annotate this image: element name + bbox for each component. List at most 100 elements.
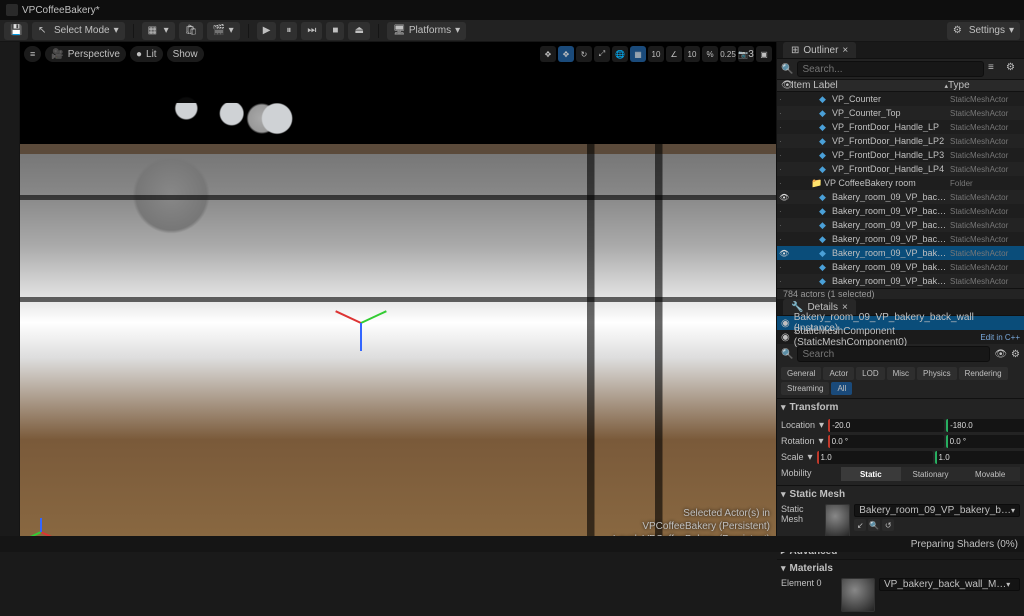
settings-dropdown[interactable]: ⚙ Settings ▾	[947, 22, 1020, 40]
location-x-input[interactable]	[830, 419, 944, 432]
details-search-input[interactable]	[797, 346, 990, 362]
eye-icon[interactable]: 👁	[994, 349, 1007, 360]
visibility-toggle[interactable]: ·	[779, 263, 789, 272]
viewport-options-menu[interactable]: ≡	[24, 46, 41, 62]
category-chip-misc[interactable]: Misc	[887, 367, 915, 380]
outliner-row[interactable]: ·◆Bakery_room_09_VP_back_door_HandleStat…	[777, 218, 1024, 232]
category-chip-actor[interactable]: Actor	[823, 367, 854, 380]
outliner-col-label[interactable]: Item Label	[791, 80, 944, 91]
section-materials-header[interactable]: ▾ Materials	[777, 560, 1024, 576]
transform-scale-button[interactable]: ⤢	[594, 46, 610, 62]
content-button[interactable]: ▦▾	[142, 22, 175, 40]
visibility-toggle[interactable]: ·	[779, 221, 789, 230]
category-chip-streaming[interactable]: Streaming	[781, 382, 829, 395]
snap-grid-value[interactable]: 10	[648, 46, 664, 62]
location-y-input[interactable]	[948, 419, 1024, 432]
outliner-row[interactable]: ·◆VP_FrontDoor_Handle_LP4StaticMeshActor	[777, 162, 1024, 176]
outliner-row[interactable]: ·◆VP_Counter_TopStaticMeshActor	[777, 106, 1024, 120]
left-tab-rail[interactable]	[0, 42, 20, 552]
close-icon[interactable]: ×	[842, 45, 848, 56]
section-static-mesh-header[interactable]: ▾ Static Mesh	[777, 486, 1024, 502]
category-chip-all[interactable]: All	[831, 382, 852, 395]
material-thumbnail[interactable]	[841, 578, 875, 612]
outliner-row[interactable]: 👁◆Bakery_room_09_VP_back_door_DoorStatic…	[777, 190, 1024, 204]
rotation-y-input[interactable]	[948, 435, 1024, 448]
mobility-stationary[interactable]: Stationary	[901, 467, 961, 481]
visibility-column-icon[interactable]: 👁	[781, 80, 791, 91]
category-chip-general[interactable]: General	[781, 367, 821, 380]
category-chip-physics[interactable]: Physics	[917, 367, 957, 380]
snap-scale-value[interactable]: 0.25	[720, 46, 736, 62]
chevron-down-icon[interactable]: ▾	[819, 420, 824, 431]
outliner-row[interactable]: ·◆VP_FrontDoor_Handle_LP3StaticMeshActor	[777, 148, 1024, 162]
save-button[interactable]: 💾	[4, 22, 28, 40]
transform-rotate-button[interactable]: ↻	[576, 46, 592, 62]
visibility-toggle[interactable]: ·	[779, 137, 789, 146]
category-chip-rendering[interactable]: Rendering	[959, 367, 1008, 380]
tab-outliner[interactable]: ⊞ Outliner ×	[783, 42, 856, 58]
marketplace-button[interactable]: 🛍	[179, 22, 203, 40]
outliner-row[interactable]: ·◆Bakery_room_09_VP_bakery_counter_barSt…	[777, 274, 1024, 288]
edit-in-cpp-link[interactable]: Edit in C++	[980, 333, 1020, 342]
filter-icon[interactable]: ≡	[988, 62, 1002, 76]
chevron-down-icon[interactable]: ▾	[808, 452, 813, 463]
scale-x-input[interactable]	[819, 451, 933, 464]
outliner-row[interactable]: ·◆Bakery_room_09_VP_back_door_hingesStat…	[777, 232, 1024, 246]
visibility-toggle[interactable]: ·	[779, 95, 789, 104]
mobility-static[interactable]: Static	[841, 467, 901, 481]
level-viewport[interactable]: ≡ 🎥 Perspective ● Lit Show ✥ ✥ ↻ ⤢ 🌐 ▦ 1…	[20, 42, 776, 552]
static-mesh-thumbnail[interactable]	[825, 504, 850, 538]
outliner-search-input[interactable]	[797, 61, 984, 77]
camera-speed[interactable]: 📷3	[738, 46, 754, 62]
visibility-toggle[interactable]: ·	[779, 151, 789, 160]
outliner-row[interactable]: ·◆VP_CounterStaticMeshActor	[777, 92, 1024, 106]
snap-angle-toggle[interactable]: ∠	[666, 46, 682, 62]
gear-icon[interactable]: ⚙	[1011, 349, 1020, 360]
transform-move-button[interactable]: ✥	[558, 46, 574, 62]
outliner-row[interactable]: ·◆Bakery_room_09_VP_back_door_frameStati…	[777, 204, 1024, 218]
viewport-maximize-button[interactable]: ▣	[756, 46, 772, 62]
gizmo-y-axis[interactable]	[361, 310, 387, 324]
stop-button[interactable]: ■	[326, 22, 344, 40]
visibility-toggle[interactable]: ·	[779, 109, 789, 118]
scale-y-input[interactable]	[937, 451, 1024, 464]
section-transform-header[interactable]: ▾ Transform	[777, 399, 1024, 415]
component-list[interactable]: ◉Bakery_room_09_VP_bakery_back_wall (Ins…	[777, 316, 1024, 344]
outliner-col-type[interactable]: Type	[948, 80, 1020, 91]
visibility-toggle[interactable]: ·	[779, 179, 789, 188]
transform-gizmo[interactable]	[330, 307, 390, 367]
mobility-movable[interactable]: Movable	[960, 467, 1020, 481]
snap-scale-toggle[interactable]: %	[702, 46, 718, 62]
sequencer-button[interactable]: 🎬▾	[207, 22, 240, 40]
outliner-row[interactable]: ·◆Bakery_room_09_VP_bakery_ceilingStatic…	[777, 260, 1024, 274]
pause-button[interactable]: ⏸	[280, 22, 297, 40]
component-row[interactable]: ◉StaticMeshComponent (StaticMeshComponen…	[777, 330, 1024, 344]
viewport-lit-dropdown[interactable]: ● Lit	[130, 46, 163, 62]
visibility-toggle[interactable]: ·	[779, 123, 789, 132]
browse-asset-button[interactable]: 🔍	[868, 519, 880, 531]
snap-angle-value[interactable]: 10	[684, 46, 700, 62]
close-icon[interactable]: ×	[842, 302, 848, 313]
material-asset-dropdown[interactable]: VP_bakery_back_wall_M… ▾	[879, 578, 1020, 591]
visibility-toggle[interactable]: ·	[779, 165, 789, 174]
eject-button[interactable]: ⏏	[348, 22, 369, 40]
gizmo-z-axis[interactable]	[360, 323, 362, 351]
viewport-perspective-dropdown[interactable]: 🎥 Perspective	[45, 46, 126, 62]
snap-grid-toggle[interactable]: ▦	[630, 46, 646, 62]
reset-asset-button[interactable]: ↺	[882, 519, 894, 531]
chevron-down-icon[interactable]: ▾	[819, 436, 824, 447]
visibility-toggle[interactable]: 👁	[779, 249, 789, 258]
category-chip-lod[interactable]: LOD	[856, 367, 884, 380]
outliner-row[interactable]: 👁◆Bakery_room_09_VP_bakery_back_wallStat…	[777, 246, 1024, 260]
use-selected-button[interactable]: ↙	[854, 519, 866, 531]
transform-select-button[interactable]: ✥	[540, 46, 556, 62]
play-button[interactable]: ▶	[257, 22, 277, 40]
visibility-toggle[interactable]: 👁	[779, 193, 789, 202]
outliner-tree[interactable]: ·◆VP_CounterStaticMeshActor·◆VP_Counter_…	[777, 92, 1024, 288]
gizmo-x-axis[interactable]	[335, 310, 361, 324]
skip-button[interactable]: ⏭	[301, 22, 322, 40]
settings-icon[interactable]: ⚙	[1006, 62, 1020, 76]
viewport-show-dropdown[interactable]: Show	[167, 46, 204, 62]
coord-space-toggle[interactable]: 🌐	[612, 46, 628, 62]
platforms-dropdown[interactable]: 🖥 Platforms ▾	[387, 22, 466, 40]
